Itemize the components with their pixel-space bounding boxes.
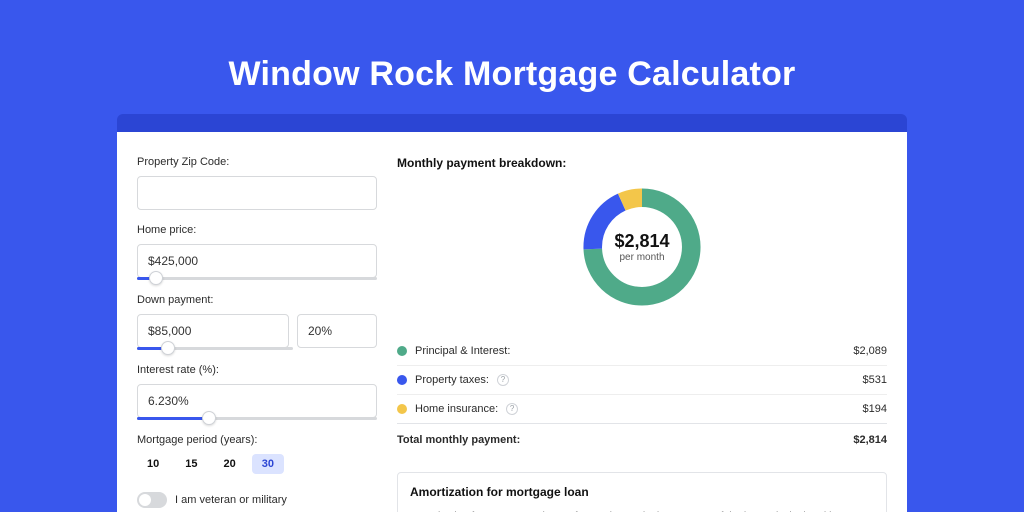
breakdown-panel: Monthly payment breakdown: $2,814 per mo… <box>397 156 887 512</box>
info-icon[interactable]: ? <box>506 403 518 415</box>
interest-rate-slider[interactable] <box>137 417 377 420</box>
info-icon[interactable]: ? <box>497 374 509 386</box>
amortization-card: Amortization for mortgage loan Amortizat… <box>397 472 887 512</box>
donut-wrap: $2,814 per month <box>397 182 887 312</box>
period-option-30[interactable]: 30 <box>252 454 284 474</box>
legend-row-taxes: Property taxes: ? $531 <box>397 365 887 394</box>
legend-row-principal: Principal & Interest: $2,089 <box>397 336 887 365</box>
legend-value-insurance: $194 <box>863 403 887 415</box>
interest-rate-slider-fill <box>137 417 209 420</box>
home-price-label: Home price: <box>137 224 377 236</box>
inputs-panel: Property Zip Code: Home price: Down paym… <box>137 156 377 512</box>
amortization-title: Amortization for mortgage loan <box>410 485 874 499</box>
dot-icon <box>397 404 407 414</box>
down-payment-slider[interactable] <box>137 347 293 350</box>
legend-value-principal: $2,089 <box>853 345 887 357</box>
donut-sub: per month <box>619 252 664 263</box>
down-payment-input[interactable] <box>137 314 289 348</box>
home-price-slider-thumb[interactable] <box>149 271 163 285</box>
legend-value-taxes: $531 <box>863 374 887 386</box>
legend-row-insurance: Home insurance: ? $194 <box>397 394 887 423</box>
period-option-15[interactable]: 15 <box>175 454 207 474</box>
home-price-group: Home price: <box>137 224 377 280</box>
card-shelf <box>117 114 907 132</box>
breakdown-title: Monthly payment breakdown: <box>397 156 887 170</box>
down-payment-group: Down payment: <box>137 294 377 350</box>
zip-label: Property Zip Code: <box>137 156 377 168</box>
calculator-card: Property Zip Code: Home price: Down paym… <box>117 132 907 512</box>
zip-input[interactable] <box>137 176 377 210</box>
legend-label-taxes: Property taxes: <box>415 374 489 386</box>
mortgage-period-segmented: 10 15 20 30 <box>137 454 377 474</box>
mortgage-period-group: Mortgage period (years): 10 15 20 30 <box>137 434 377 474</box>
interest-rate-group: Interest rate (%): <box>137 364 377 420</box>
page-title: Window Rock Mortgage Calculator <box>0 0 1024 114</box>
veteran-row: I am veteran or military <box>137 492 377 508</box>
veteran-label: I am veteran or military <box>175 494 287 506</box>
down-payment-pct-input[interactable] <box>297 314 377 348</box>
interest-rate-label: Interest rate (%): <box>137 364 377 376</box>
legend-value-total: $2,814 <box>853 434 887 446</box>
veteran-toggle[interactable] <box>137 492 167 508</box>
home-price-input[interactable] <box>137 244 377 278</box>
legend-label-principal: Principal & Interest: <box>415 345 510 357</box>
home-price-slider[interactable] <box>137 277 377 280</box>
down-payment-slider-thumb[interactable] <box>161 341 175 355</box>
period-option-20[interactable]: 20 <box>214 454 246 474</box>
down-payment-label: Down payment: <box>137 294 377 306</box>
legend-label-total: Total monthly payment: <box>397 434 520 446</box>
zip-group: Property Zip Code: <box>137 156 377 210</box>
donut-value: $2,814 <box>614 231 669 252</box>
period-option-10[interactable]: 10 <box>137 454 169 474</box>
legend-row-total: Total monthly payment: $2,814 <box>397 423 887 454</box>
interest-rate-input[interactable] <box>137 384 377 418</box>
legend-label-insurance: Home insurance: <box>415 403 498 415</box>
dot-icon <box>397 375 407 385</box>
mortgage-period-label: Mortgage period (years): <box>137 434 377 446</box>
donut-chart: $2,814 per month <box>577 182 707 312</box>
dot-icon <box>397 346 407 356</box>
interest-rate-slider-thumb[interactable] <box>202 411 216 425</box>
